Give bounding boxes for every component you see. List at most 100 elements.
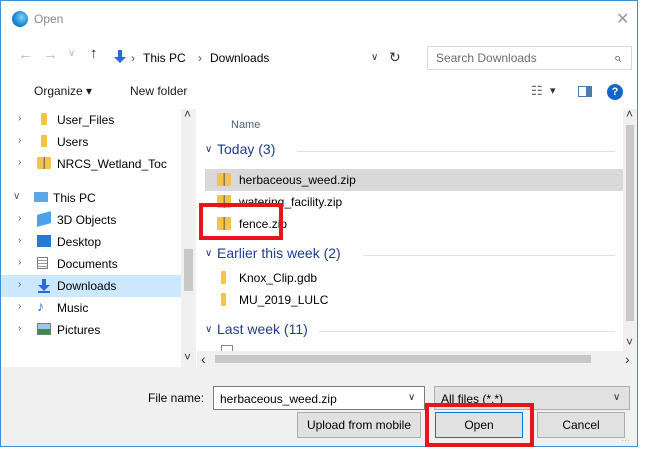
group-header-last-week[interactable]: Last week (11) xyxy=(217,321,308,337)
folder-icon xyxy=(41,135,47,147)
expand-chevron-icon[interactable]: › xyxy=(18,323,21,334)
cancel-button[interactable]: Cancel xyxy=(537,412,625,438)
computer-icon xyxy=(34,192,48,202)
tree-item-users[interactable]: › Users xyxy=(1,131,181,153)
scroll-right-arrow-icon[interactable]: › xyxy=(625,351,630,367)
tree-item-user-files[interactable]: › User_Files xyxy=(1,109,181,131)
expand-chevron-icon[interactable]: › xyxy=(18,235,21,246)
expand-chevron-icon[interactable]: › xyxy=(18,279,21,290)
change-view-caret-icon[interactable]: ▾ xyxy=(550,84,556,97)
navigation-pane-scrollbar[interactable]: ˄ ˅ xyxy=(181,107,196,367)
file-list-vertical-scrollbar[interactable]: ˄ ˅ xyxy=(623,107,637,351)
edge-browser-icon xyxy=(12,11,28,27)
group-collapse-chevron-icon[interactable]: ∨ xyxy=(205,144,212,155)
organize-button[interactable]: Organize ▾ xyxy=(34,84,92,98)
tree-item-label: Pictures xyxy=(57,323,101,337)
group-collapse-chevron-icon[interactable]: ∨ xyxy=(205,248,212,259)
folder-icon xyxy=(221,271,226,284)
scroll-up-arrow-icon[interactable]: ˄ xyxy=(626,107,633,121)
tree-item-desktop[interactable]: › Desktop xyxy=(1,231,181,253)
file-list-horizontal-scrollbar[interactable]: ‹ › xyxy=(197,351,637,367)
tree-item-3d-objects[interactable]: › 3D Objects xyxy=(1,209,181,231)
highlight-box-open-button xyxy=(425,403,534,447)
breadcrumb-this-pc[interactable]: This PC xyxy=(143,51,186,65)
file-name: MU_2019_LULC xyxy=(239,293,329,307)
new-folder-button[interactable]: New folder xyxy=(130,84,187,98)
tree-item-documents[interactable]: › Documents xyxy=(1,253,181,275)
back-arrow-icon[interactable]: ← xyxy=(18,46,33,63)
address-dropdown-chevron-icon[interactable]: ∨ xyxy=(371,52,378,63)
address-bar[interactable]: › This PC › Downloads ∨ ↻ xyxy=(114,47,412,69)
resize-grip-icon[interactable]: ⋯ xyxy=(621,435,630,446)
tree-item-music[interactable]: › ♪ Music xyxy=(1,297,181,319)
breadcrumb-separator: › xyxy=(131,51,135,65)
change-view-icon[interactable]: ☷ xyxy=(531,83,543,99)
tree-item-downloads[interactable]: › Downloads xyxy=(1,275,181,297)
expand-chevron-icon[interactable]: › xyxy=(18,213,21,224)
scroll-left-arrow-icon[interactable]: ‹ xyxy=(201,351,206,367)
scrollbar-thumb[interactable] xyxy=(215,355,591,363)
tree-item-label: Music xyxy=(57,301,89,315)
expand-chevron-icon[interactable]: › xyxy=(18,257,21,268)
refresh-icon[interactable]: ↻ xyxy=(389,49,401,66)
navigation-pane: › User_Files › Users › NRCS_Wetland_Toc … xyxy=(1,107,197,367)
tree-item-label: Users xyxy=(57,135,89,149)
expand-chevron-icon[interactable]: › xyxy=(18,157,21,168)
tree-item-label: 3D Objects xyxy=(57,213,117,227)
dialog-title: Open xyxy=(34,12,64,26)
forward-arrow-icon[interactable]: → xyxy=(43,46,58,63)
scrollbar-thumb[interactable] xyxy=(184,249,193,291)
scrollbar-thumb[interactable] xyxy=(626,125,634,321)
file-name-value: herbaceous_weed.zip xyxy=(220,392,337,406)
file-name: herbaceous_weed.zip xyxy=(239,173,356,187)
tree-item-nrcs-wetland[interactable]: › NRCS_Wetland_Toc xyxy=(1,153,181,175)
scroll-up-arrow-icon[interactable]: ˄ xyxy=(184,107,191,121)
tree-item-this-pc[interactable]: ∨ This PC xyxy=(1,187,181,209)
tree-item-label: Downloads xyxy=(57,279,117,293)
help-icon[interactable]: ? xyxy=(607,84,623,100)
expand-chevron-icon[interactable]: › xyxy=(18,113,21,124)
scroll-down-arrow-icon[interactable]: ˅ xyxy=(626,335,633,349)
documents-icon xyxy=(37,257,48,269)
recent-locations-chevron-icon[interactable]: ∨ xyxy=(68,48,75,59)
highlight-box-fence-zip xyxy=(199,203,283,240)
tree-item-label: Desktop xyxy=(57,235,102,249)
expand-chevron-icon[interactable]: › xyxy=(18,301,21,312)
collapse-chevron-icon[interactable]: ∨ xyxy=(13,191,20,202)
file-row-herbaceous-weed[interactable]: herbaceous_weed.zip xyxy=(205,169,629,191)
group-header-earlier-this-week[interactable]: Earlier this week (2) xyxy=(217,245,341,261)
group-collapse-chevron-icon[interactable]: ∨ xyxy=(205,324,212,335)
column-header-name[interactable]: Name xyxy=(231,119,260,131)
folder-icon xyxy=(41,113,47,125)
group-header-today[interactable]: Today (3) xyxy=(217,141,275,157)
breadcrumb-downloads[interactable]: Downloads xyxy=(210,51,269,65)
upload-from-mobile-button[interactable]: Upload from mobile xyxy=(297,412,421,438)
downloads-icon xyxy=(37,279,51,293)
zip-file-icon xyxy=(217,173,231,186)
file-name-input[interactable]: herbaceous_weed.zip ∨ xyxy=(213,386,425,410)
dialog-footer: File name: herbaceous_weed.zip ∨ All fil… xyxy=(1,367,637,446)
tree-item-label: This PC xyxy=(53,191,96,205)
expand-chevron-icon[interactable]: › xyxy=(18,135,21,146)
file-row-knox-clip[interactable]: Knox_Clip.gdb xyxy=(205,267,629,289)
zip-folder-icon xyxy=(37,157,51,169)
close-icon[interactable]: ✕ xyxy=(616,9,629,29)
pictures-icon xyxy=(37,323,51,335)
preview-pane-icon[interactable] xyxy=(578,86,592,97)
up-arrow-icon[interactable]: ↑ xyxy=(90,45,98,62)
search-icon: ⌕ xyxy=(614,50,622,65)
file-type-dropdown-chevron-icon[interactable]: ∨ xyxy=(613,392,620,403)
downloads-location-icon xyxy=(113,50,127,64)
folder-icon xyxy=(221,293,226,306)
tree-item-pictures[interactable]: › Pictures xyxy=(1,319,181,341)
file-name-dropdown-chevron-icon[interactable]: ∨ xyxy=(408,392,415,403)
search-placeholder: Search Downloads xyxy=(436,51,537,65)
file-row-mu-2019-lulc[interactable]: MU_2019_LULC xyxy=(205,289,629,311)
scroll-down-arrow-icon[interactable]: ˅ xyxy=(184,350,191,364)
search-input[interactable]: Search Downloads ⌕ xyxy=(427,46,632,70)
group-divider xyxy=(297,151,615,152)
organize-caret-icon: ▾ xyxy=(86,84,93,98)
command-toolbar: Organize ▾ New folder ☷ ▾ ? xyxy=(1,78,637,106)
desktop-icon xyxy=(37,235,51,247)
organize-label: Organize xyxy=(34,84,83,98)
